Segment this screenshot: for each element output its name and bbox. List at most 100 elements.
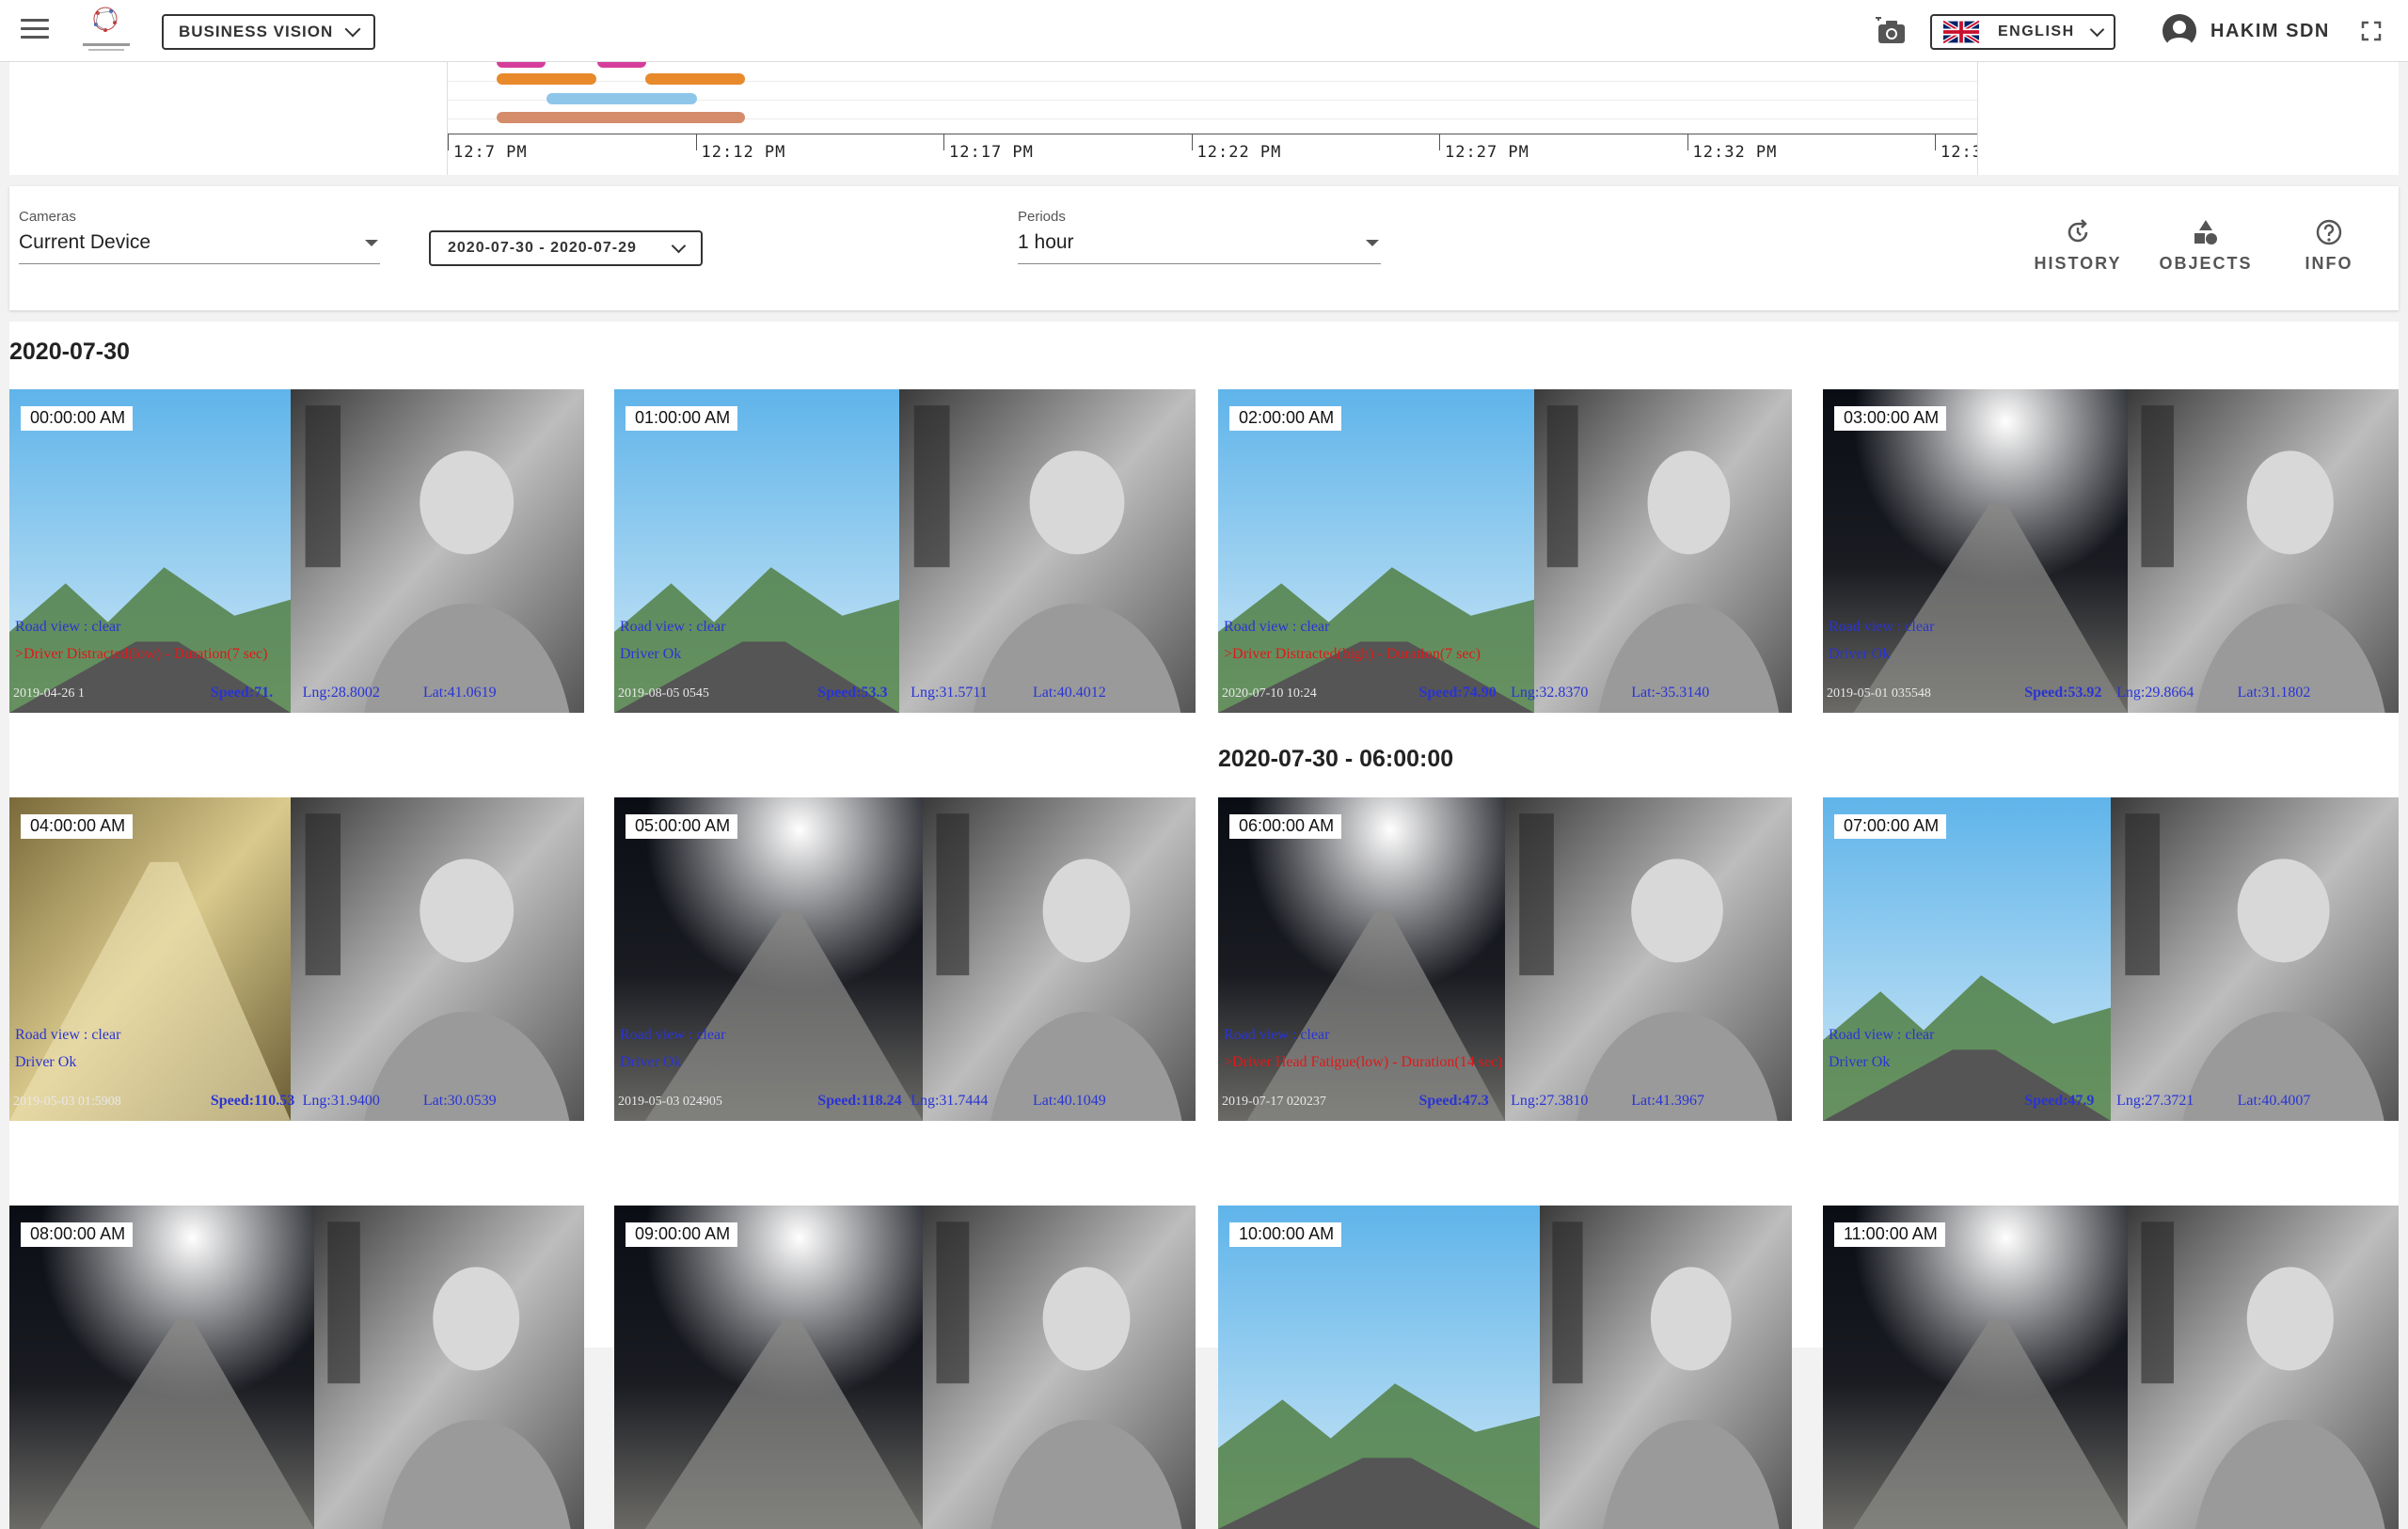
snapshot-time-label: 04:00:00 AM (21, 814, 134, 839)
timeline-event-bar[interactable] (497, 112, 745, 123)
date-range-label: 2020-07-30 - 2020-07-29 (448, 240, 637, 256)
timeline-tick-label: 12:7 PM (453, 143, 528, 162)
overlay-speed: Speed:53.92 (2024, 685, 2102, 701)
snapshot-thumbnail[interactable]: 01:00:00 AM Road view : clear Driver Ok 201… (614, 389, 1196, 713)
timeline-event-bar[interactable] (597, 62, 646, 68)
overlay-road: Road view : clear (620, 1027, 726, 1043)
timeline-tick-label: 12:27 PM (1445, 143, 1529, 162)
overlay-speed: Speed:71. (210, 685, 274, 701)
camera-icon[interactable] (1876, 17, 1908, 45)
overlay-date: 2019-05-03 01:5908 (13, 1095, 121, 1109)
business-vision-dropdown[interactable]: BUSINESS VISION (162, 14, 375, 50)
snapshot-thumbnail[interactable]: 10:00:00 AM (1218, 1206, 1792, 1529)
overlay-lng: Lng:31.7444 (911, 1093, 989, 1109)
overlay-speed: Speed:47.9 (2024, 1093, 2095, 1109)
overlay-lat: Lat:31.1802 (2237, 685, 2311, 701)
chevron-down-icon (671, 238, 687, 253)
business-vision-label: BUSINESS VISION (179, 23, 334, 40)
snapshot-thumbnail[interactable]: 08:00:00 AM (9, 1206, 584, 1529)
snapshot-time-label: 07:00:00 AM (1834, 814, 1947, 839)
overlay-lat: Lat:41.0619 (422, 685, 497, 701)
group-title: 2020-07-30 (9, 339, 130, 365)
snapshot-time-label: 06:00:00 AM (1229, 814, 1342, 839)
company-logo (83, 7, 130, 51)
snapshot-thumbnail[interactable]: 02:00:00 AM Road view : clear >Driver Dist… (1218, 389, 1792, 713)
timeline-tick (943, 134, 944, 150)
cameras-select[interactable]: Current Device (19, 231, 150, 254)
overlay-date: 2019-08-05 0545 (618, 686, 709, 701)
snapshot-time-label: 09:00:00 AM (626, 1222, 738, 1247)
snapshot-thumbnail[interactable]: 07:00:00 AM Road view : clear Driver Ok Spe… (1823, 797, 2399, 1121)
overlay-lat: Lat:-35.3140 (1631, 685, 1710, 701)
timeline-tick (1439, 134, 1440, 150)
timeline-event-bar[interactable] (645, 73, 745, 85)
overlay-speed: Speed:53.3 (817, 685, 888, 701)
objects-button[interactable]: OBJECTS (2149, 218, 2262, 274)
overlay-status: >Driver Head Fatigue(low) - Duration(14 … (1224, 1054, 1503, 1070)
overlay-status: >Driver Distracted(high) - Duration(7 se… (1224, 646, 1481, 662)
overlay-date: 2019-05-03 024905 (618, 1095, 722, 1109)
history-button[interactable]: HISTORY (2021, 218, 2134, 274)
language-dropdown[interactable]: ENGLISH (1930, 14, 2115, 50)
snapshot-thumbnail[interactable]: 00:00:00 AM Road view : clear >Driver Dist… (9, 389, 584, 713)
user-name: HAKIM SDN (2210, 20, 2330, 41)
date-range-dropdown[interactable]: 2020-07-30 - 2020-07-29 (429, 230, 703, 266)
camera-frame-image (9, 389, 584, 713)
snapshot-thumbnail[interactable]: 11:00:00 AM (1823, 1206, 2399, 1529)
overlay-lng: Lng:31.5711 (911, 685, 988, 701)
timeline-event-bar[interactable] (497, 73, 596, 85)
user-menu[interactable]: HAKIM SDN (2162, 13, 2330, 49)
overlay-road: Road view : clear (1224, 1027, 1330, 1043)
info-button[interactable]: INFO (2273, 218, 2385, 274)
timeline-event-bar[interactable] (497, 62, 546, 68)
timeline-tick (448, 134, 449, 150)
snapshot-thumbnail[interactable]: 04:00:00 AM Road view : clear Driver Ok 201… (9, 797, 584, 1121)
overlay-status: Driver Ok (1829, 1054, 1891, 1070)
group-title: 2020-07-30 - 06:00:00 (1218, 746, 1454, 772)
filter-bar: Cameras Current Device 2020-07-30 - 2020… (9, 186, 2399, 310)
overlay-road: Road view : clear (15, 1027, 121, 1043)
history-icon (2067, 219, 2088, 243)
periods-select[interactable]: 1 hour (1018, 231, 1074, 254)
timeline-tick (695, 134, 697, 150)
timeline-tick-label: 12:3 (1941, 143, 1977, 162)
overlay-speed: Speed:47.3 (1418, 1093, 1489, 1109)
timeline-tick (1191, 134, 1193, 150)
top-app-bar: BUSINESS VISION ENGLISH HAKIM SDN (0, 0, 2408, 62)
help-circle-icon (2316, 219, 2342, 245)
timeline-tick-label: 12:17 PM (949, 143, 1034, 162)
caret-down-icon[interactable] (1366, 240, 1379, 246)
chevron-down-icon (2089, 22, 2105, 37)
user-avatar-icon (2162, 14, 2196, 49)
snapshot-thumbnail[interactable]: 09:00:00 AM (614, 1206, 1196, 1529)
camera-frame-image (614, 389, 1196, 713)
snapshot-gallery: 2020-07-30 2020-07-30 - 06:00:00 00:00:0… (9, 322, 2399, 1529)
overlay-date: 2019-04-26 1 (13, 686, 85, 701)
overlay-status: Driver Ok (1829, 646, 1891, 662)
camera-frame-image (614, 797, 1196, 1121)
timeline-event-bar[interactable] (547, 93, 697, 104)
overlay-lng: Lng:28.8002 (302, 685, 380, 701)
snapshot-thumbnail[interactable]: 06:00:00 AM Road view : clear >Driver Head… (1218, 797, 1792, 1121)
caret-down-icon[interactable] (365, 240, 378, 246)
camera-frame-image (1218, 389, 1792, 713)
overlay-lng: Lng:29.8664 (2116, 685, 2194, 701)
timeline-tick (1935, 134, 1936, 150)
camera-frame-image (1218, 797, 1792, 1121)
overlay-lat: Lat:40.4012 (1032, 685, 1106, 701)
overlay-date: 2019-07-17 020237 (1222, 1095, 1326, 1109)
menu-icon[interactable] (21, 19, 49, 41)
camera-frame-image (1823, 389, 2399, 713)
snapshot-time-label: 01:00:00 AM (626, 406, 738, 431)
timeline-chart[interactable]: 12:7 PM 12:12 PM 12:17 PM 12:22 PM 12:27 PM 1… (447, 62, 1978, 175)
overlay-lat: Lat:30.0539 (422, 1093, 497, 1109)
overlay-road: Road view : clear (1224, 619, 1330, 635)
snapshot-thumbnail[interactable]: 03:00:00 AM Road view : clear Driver Ok 201… (1823, 389, 2399, 713)
snapshot-thumbnail[interactable]: 05:00:00 AM Road view : clear Driver Ok 201… (614, 797, 1196, 1121)
camera-frame-image (1823, 1206, 2399, 1529)
overlay-lat: Lat:41.3967 (1631, 1093, 1704, 1109)
shapes-icon (2194, 220, 2217, 244)
fullscreen-icon[interactable] (2361, 21, 2382, 41)
camera-frame-image (9, 1206, 584, 1529)
timeline-tick-label: 12:12 PM (701, 143, 786, 162)
